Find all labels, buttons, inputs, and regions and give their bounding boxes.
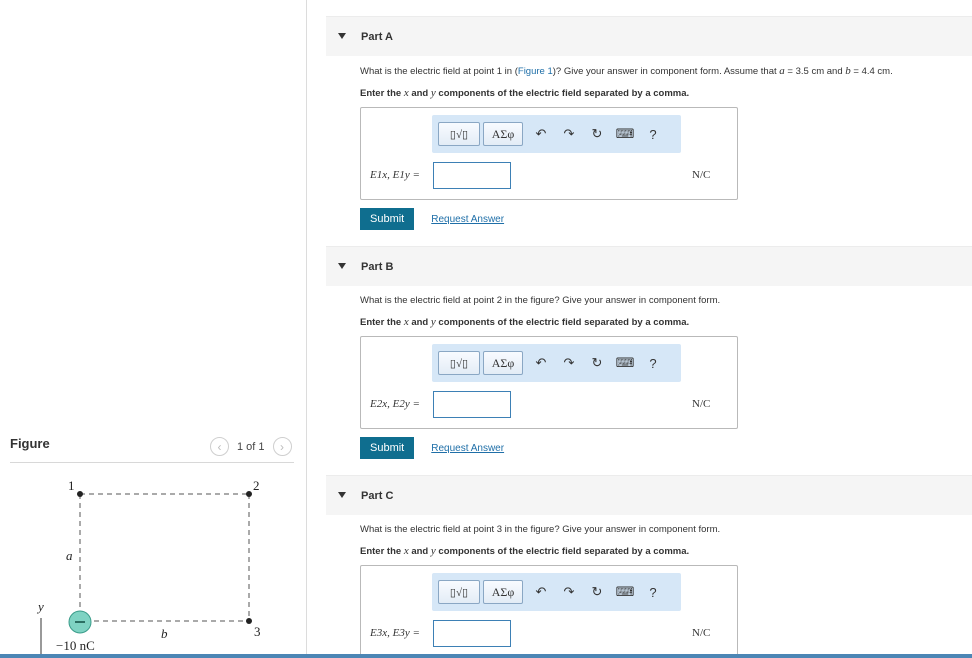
question-text: and [824, 66, 846, 77]
templates-button[interactable]: ▯√▯ [438, 351, 480, 375]
greek-symbols-button[interactable]: ΑΣφ [483, 580, 523, 604]
answer-label: E1x, E1y = [370, 169, 420, 181]
request-answer-link[interactable]: Request Answer [431, 214, 504, 225]
reset-icon[interactable]: ↻ [584, 122, 610, 146]
point-1-marker [77, 491, 83, 497]
answer-input[interactable] [433, 162, 511, 189]
question-text: )? Give your answer in component form. A… [552, 66, 780, 77]
charge-label: −10 nC [56, 638, 95, 653]
y-axis-label: y [36, 599, 44, 614]
panel-divider [306, 0, 307, 658]
undo-icon[interactable]: ↶ [528, 122, 554, 146]
part-a-title: Part A [361, 31, 393, 43]
submit-button[interactable]: Submit [360, 437, 415, 459]
request-answer-link[interactable]: Request Answer [431, 443, 504, 454]
unit-label: N/C [692, 169, 711, 181]
bottom-scroll-bar [0, 654, 972, 658]
figure-link[interactable]: Figure 1 [518, 66, 553, 77]
question-panel: Part A What is the electric field at poi… [326, 16, 972, 658]
caret-down-icon [338, 263, 346, 269]
point-2-label: 2 [253, 478, 260, 493]
instruction-text: Enter the [360, 546, 404, 557]
reset-icon[interactable]: ↻ [584, 580, 610, 604]
unit-label: N/C [692, 627, 711, 639]
part-b-body: What is the electric field at point 2 in… [326, 286, 972, 459]
a-dimension-label: a [66, 548, 73, 563]
part-a-body: What is the electric field at point 1 in… [326, 56, 972, 230]
next-figure-button[interactable]: › [272, 437, 292, 456]
instruction-text: components of the electric field separat… [435, 88, 690, 99]
figure-panel: Figure ‹ 1 of 1 › 1 2 3 a b y −10 nC [0, 0, 306, 658]
instruction-text: and [408, 317, 431, 328]
question-text: What is the electric field at point 1 in… [360, 66, 518, 77]
undo-icon[interactable]: ↶ [528, 580, 554, 604]
instruction-text: Enter the [360, 317, 404, 328]
chevron-right-icon: › [280, 439, 285, 454]
part-a-header[interactable]: Part A [326, 16, 972, 56]
part-c-instruction: Enter the x and y components of the elec… [360, 545, 972, 557]
instruction-text: and [408, 88, 431, 99]
keyboard-icon[interactable]: ⌨ [612, 580, 638, 604]
math-toolbar: ▯√▯ ΑΣφ ↶ ↷ ↻ ⌨ ? [432, 573, 681, 611]
help-icon[interactable]: ? [640, 351, 666, 375]
figure-title: Figure [10, 436, 50, 451]
a-value: = 3.5 cm [784, 66, 825, 77]
charge-figure: 1 2 3 a b y −10 nC [36, 478, 261, 658]
instruction-text: Enter the [360, 88, 404, 99]
point-3-marker [246, 618, 252, 624]
redo-icon[interactable]: ↷ [556, 580, 582, 604]
prev-figure-button[interactable]: ‹ [210, 437, 229, 456]
part-b-answer-box: ▯√▯ ΑΣφ ↶ ↷ ↻ ⌨ ? E2x, E2y = N/C [360, 336, 738, 429]
submit-button[interactable]: Submit [360, 208, 415, 230]
keyboard-icon[interactable]: ⌨ [612, 122, 638, 146]
figure-divider [10, 462, 294, 463]
math-toolbar: ▯√▯ ΑΣφ ↶ ↷ ↻ ⌨ ? [432, 115, 681, 153]
redo-icon[interactable]: ↷ [556, 122, 582, 146]
greek-symbols-button[interactable]: ΑΣφ [483, 122, 523, 146]
pager-text: 1 of 1 [237, 440, 265, 453]
part-b-header[interactable]: Part B [326, 246, 972, 286]
reset-icon[interactable]: ↻ [584, 351, 610, 375]
instruction-text: components of the electric field separat… [435, 317, 690, 328]
figure-pager: ‹ 1 of 1 › [210, 437, 292, 456]
point-3-label: 3 [254, 624, 261, 639]
b-value: = 4.4 cm. [850, 66, 893, 77]
part-c-answer-box: ▯√▯ ΑΣφ ↶ ↷ ↻ ⌨ ? E3x, E3y = N/C [360, 565, 738, 658]
answer-label: E2x, E2y = [370, 398, 420, 410]
caret-down-icon [338, 33, 346, 39]
b-dimension-label: b [161, 626, 168, 641]
part-a-answer-box: ▯√▯ ΑΣφ ↶ ↷ ↻ ⌨ ? E1x, E1y = N/C [360, 107, 738, 200]
undo-icon[interactable]: ↶ [528, 351, 554, 375]
keyboard-icon[interactable]: ⌨ [612, 351, 638, 375]
part-c-body: What is the electric field at point 3 in… [326, 515, 972, 658]
chevron-left-icon: ‹ [217, 439, 222, 454]
math-toolbar: ▯√▯ ΑΣφ ↶ ↷ ↻ ⌨ ? [432, 344, 681, 382]
part-c-title: Part C [361, 490, 394, 502]
part-b-question: What is the electric field at point 2 in… [360, 295, 721, 306]
part-c-header[interactable]: Part C [326, 475, 972, 515]
part-b-actions: Submit Request Answer [360, 437, 972, 459]
templates-button[interactable]: ▯√▯ [438, 580, 480, 604]
instruction-text: components of the electric field separat… [435, 546, 690, 557]
templates-button[interactable]: ▯√▯ [438, 122, 480, 146]
help-icon[interactable]: ? [640, 122, 666, 146]
caret-down-icon [338, 492, 346, 498]
part-a-actions: Submit Request Answer [360, 208, 972, 230]
part-b-instruction: Enter the x and y components of the elec… [360, 316, 972, 328]
greek-symbols-button[interactable]: ΑΣφ [483, 351, 523, 375]
unit-label: N/C [692, 398, 711, 410]
part-b-title: Part B [361, 261, 394, 273]
instruction-text: and [408, 546, 431, 557]
answer-input[interactable] [433, 620, 511, 647]
answer-label: E3x, E3y = [370, 627, 420, 639]
part-a-instruction: Enter the x and y components of the elec… [360, 87, 972, 99]
part-c-question: What is the electric field at point 3 in… [360, 524, 721, 535]
point-1-label: 1 [68, 478, 75, 493]
help-icon[interactable]: ? [640, 580, 666, 604]
point-2-marker [246, 491, 252, 497]
part-a-question: What is the electric field at point 1 in… [360, 64, 972, 79]
redo-icon[interactable]: ↷ [556, 351, 582, 375]
answer-input[interactable] [433, 391, 511, 418]
